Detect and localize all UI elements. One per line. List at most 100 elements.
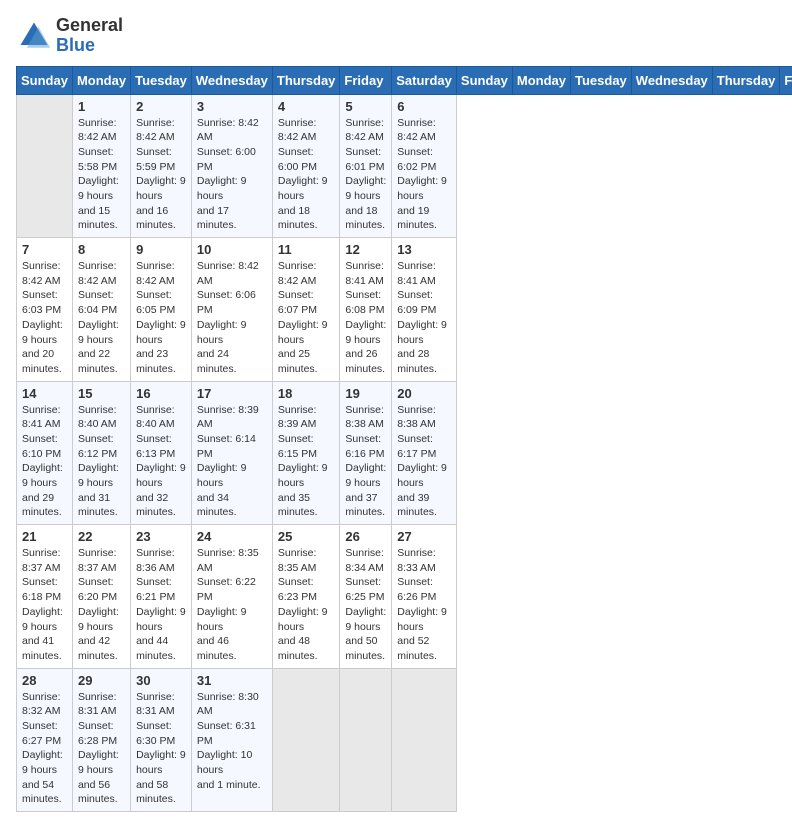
calendar-cell: 3Sunrise: 8:42 AMSunset: 6:00 PMDaylight… [191,94,272,238]
day-info: Sunrise: 8:34 AMSunset: 6:25 PMDaylight:… [345,546,386,664]
calendar-table: SundayMondayTuesdayWednesdayThursdayFrid… [16,66,792,813]
calendar-cell: 2 Sunrise: 8:42 AMSunset: 5:59 PMDaylight… [131,94,192,238]
calendar-cell: 18 Sunrise: 8:39 AMSunset: 6:15 PMDayligh… [272,381,340,525]
column-header-sunday: Sunday [456,66,512,94]
calendar-cell: 21 Sunrise: 8:37 AMSunset: 6:18 PMDayligh… [17,525,73,669]
logo-text: General Blue [56,16,123,56]
column-header-friday: Friday [340,66,392,94]
calendar-cell: 15 Sunrise: 8:40 AMSunset: 6:12 PMDayligh… [72,381,130,525]
calendar-week-row: 14 Sunrise: 8:41 AMSunset: 6:10 PMDayligh… [17,381,792,525]
calendar-cell: 9 Sunrise: 8:42 AMSunset: 6:05 PMDaylight… [131,238,192,382]
day-info: Sunrise: 8:37 AMSunset: 6:18 PMDaylight:… [22,546,67,664]
logo: General Blue [16,16,123,56]
day-number: 10 [197,242,267,257]
calendar-cell: 17Sunrise: 8:39 AMSunset: 6:14 PMDayligh… [191,381,272,525]
calendar-cell: 16Sunrise: 8:40 AMSunset: 6:13 PMDayligh… [131,381,192,525]
day-info: Sunrise: 8:32 AMSunset: 6:27 PMDaylight:… [22,690,67,808]
day-number: 9 [136,242,186,257]
day-info: Sunrise: 8:39 AMSunset: 6:14 PMDaylight:… [197,403,267,521]
day-info: Sunrise: 8:30 AMSunset: 6:31 PMDaylight:… [197,690,267,793]
day-number: 21 [22,529,67,544]
column-header-tuesday: Tuesday [571,66,632,94]
calendar-week-row: 28 Sunrise: 8:32 AMSunset: 6:27 PMDayligh… [17,668,792,812]
day-info: Sunrise: 8:42 AMSunset: 6:07 PMDaylight:… [278,259,335,377]
calendar-week-row: 21 Sunrise: 8:37 AMSunset: 6:18 PMDayligh… [17,525,792,669]
calendar-cell: 10 Sunrise: 8:42 AMSunset: 6:06 PMDayligh… [191,238,272,382]
day-number: 4 [278,99,335,114]
day-number: 8 [78,242,125,257]
calendar-cell: 19Sunrise: 8:38 AMSunset: 6:16 PMDayligh… [340,381,392,525]
day-info: Sunrise: 8:42 AMSunset: 6:02 PMDaylight:… [397,116,451,234]
day-info: Sunrise: 8:42 AMSunset: 6:03 PMDaylight:… [22,259,67,377]
calendar-cell: 7 Sunrise: 8:42 AMSunset: 6:03 PMDaylight… [17,238,73,382]
day-number: 27 [397,529,451,544]
day-info: Sunrise: 8:37 AMSunset: 6:20 PMDaylight:… [78,546,125,664]
calendar-cell: 8 Sunrise: 8:42 AMSunset: 6:04 PMDaylight… [72,238,130,382]
calendar-week-row: 7 Sunrise: 8:42 AMSunset: 6:03 PMDaylight… [17,238,792,382]
day-info: Sunrise: 8:42 AMSunset: 6:05 PMDaylight:… [136,259,186,377]
calendar-cell: 14 Sunrise: 8:41 AMSunset: 6:10 PMDayligh… [17,381,73,525]
day-number: 6 [397,99,451,114]
calendar-cell: 20Sunrise: 8:38 AMSunset: 6:17 PMDayligh… [392,381,457,525]
day-info: Sunrise: 8:42 AMSunset: 6:01 PMDaylight:… [345,116,386,234]
column-header-monday: Monday [512,66,570,94]
day-info: Sunrise: 8:31 AMSunset: 6:28 PMDaylight:… [78,690,125,808]
day-number: 26 [345,529,386,544]
day-info: Sunrise: 8:40 AMSunset: 6:12 PMDaylight:… [78,403,125,521]
day-info: Sunrise: 8:38 AMSunset: 6:17 PMDaylight:… [397,403,451,521]
day-number: 14 [22,386,67,401]
calendar-cell: 12 Sunrise: 8:41 AMSunset: 6:08 PMDayligh… [340,238,392,382]
column-header-monday: Monday [72,66,130,94]
day-number: 13 [397,242,451,257]
day-info: Sunrise: 8:42 AMSunset: 6:00 PMDaylight:… [278,116,335,234]
day-number: 18 [278,386,335,401]
day-number: 16 [136,386,186,401]
day-number: 12 [345,242,386,257]
column-header-thursday: Thursday [712,66,780,94]
calendar-cell: 6 Sunrise: 8:42 AMSunset: 6:02 PMDaylight… [392,94,457,238]
day-number: 31 [197,673,267,688]
day-number: 7 [22,242,67,257]
column-header-wednesday: Wednesday [191,66,272,94]
day-info: Sunrise: 8:42 AMSunset: 6:06 PMDaylight:… [197,259,267,377]
column-header-tuesday: Tuesday [131,66,192,94]
day-info: Sunrise: 8:31 AMSunset: 6:30 PMDaylight:… [136,690,186,808]
calendar-cell: 30 Sunrise: 8:31 AMSunset: 6:30 PMDayligh… [131,668,192,812]
day-info: Sunrise: 8:41 AMSunset: 6:09 PMDaylight:… [397,259,451,377]
column-header-thursday: Thursday [272,66,340,94]
day-number: 2 [136,99,186,114]
day-info: Sunrise: 8:36 AMSunset: 6:21 PMDaylight:… [136,546,186,664]
day-number: 1 [78,99,125,114]
column-header-sunday: Sunday [17,66,73,94]
day-number: 23 [136,529,186,544]
day-number: 24 [197,529,267,544]
header: General Blue [16,16,776,56]
day-number: 5 [345,99,386,114]
day-number: 11 [278,242,335,257]
day-number: 30 [136,673,186,688]
calendar-cell: 23 Sunrise: 8:36 AMSunset: 6:21 PMDayligh… [131,525,192,669]
column-header-friday: Friday [780,66,792,94]
day-info: Sunrise: 8:35 AMSunset: 6:23 PMDaylight:… [278,546,335,664]
day-number: 28 [22,673,67,688]
calendar-cell: 4 Sunrise: 8:42 AMSunset: 6:00 PMDaylight… [272,94,340,238]
day-number: 29 [78,673,125,688]
calendar-cell: 13 Sunrise: 8:41 AMSunset: 6:09 PMDayligh… [392,238,457,382]
calendar-cell: 24 Sunrise: 8:35 AMSunset: 6:22 PMDayligh… [191,525,272,669]
column-header-saturday: Saturday [392,66,457,94]
day-number: 22 [78,529,125,544]
calendar-cell: 11 Sunrise: 8:42 AMSunset: 6:07 PMDayligh… [272,238,340,382]
day-info: Sunrise: 8:41 AMSunset: 6:10 PMDaylight:… [22,403,67,521]
calendar-cell [272,668,340,812]
calendar-cell: 27Sunrise: 8:33 AMSunset: 6:26 PMDayligh… [392,525,457,669]
day-info: Sunrise: 8:42 AMSunset: 6:04 PMDaylight:… [78,259,125,377]
calendar-cell: 5 Sunrise: 8:42 AMSunset: 6:01 PMDaylight… [340,94,392,238]
day-info: Sunrise: 8:35 AMSunset: 6:22 PMDaylight:… [197,546,267,664]
day-info: Sunrise: 8:42 AMSunset: 5:59 PMDaylight:… [136,116,186,234]
day-info: Sunrise: 8:41 AMSunset: 6:08 PMDaylight:… [345,259,386,377]
day-number: 15 [78,386,125,401]
column-header-wednesday: Wednesday [631,66,712,94]
calendar-cell: 26 Sunrise: 8:34 AMSunset: 6:25 PMDayligh… [340,525,392,669]
calendar-cell: 22 Sunrise: 8:37 AMSunset: 6:20 PMDayligh… [72,525,130,669]
day-info: Sunrise: 8:39 AMSunset: 6:15 PMDaylight:… [278,403,335,521]
